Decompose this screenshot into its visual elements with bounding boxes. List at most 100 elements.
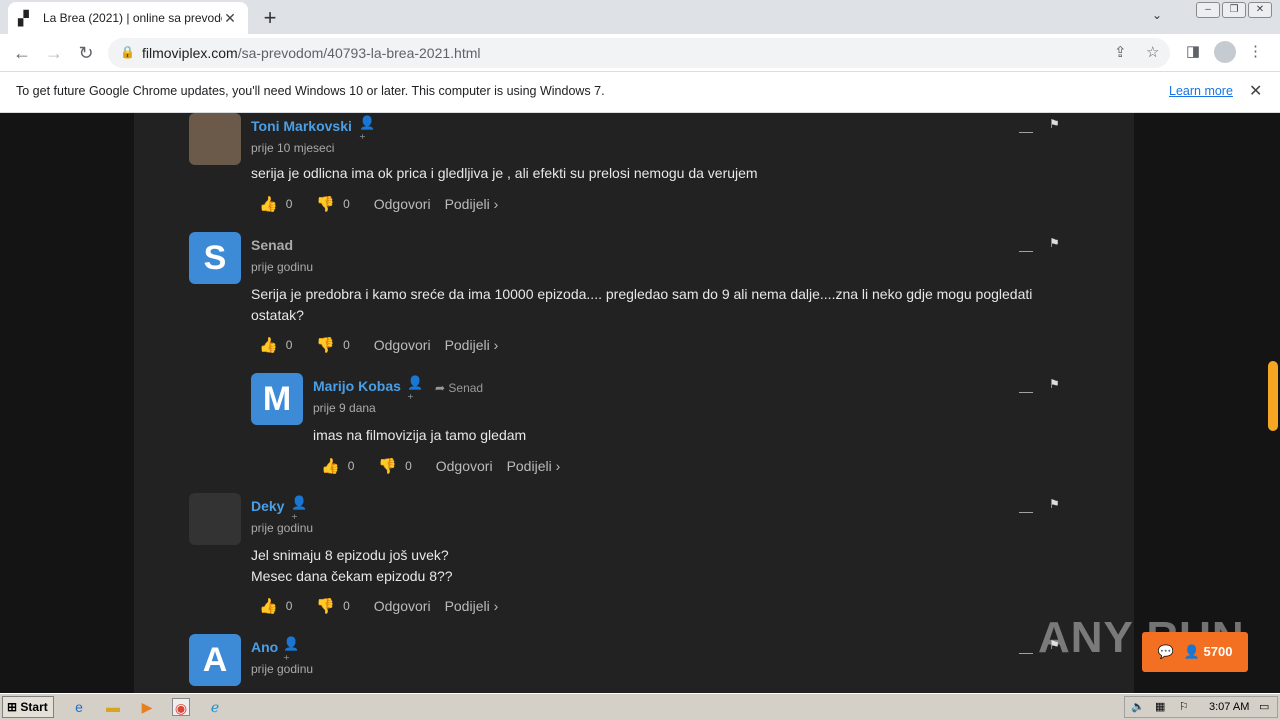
tab-search-chevron-icon[interactable]: ⌄	[1152, 8, 1162, 22]
avatar[interactable]	[189, 493, 241, 545]
comment-time[interactable]: prije 9 dana	[313, 401, 376, 415]
thumbs-down-icon[interactable]: 👎	[316, 195, 335, 213]
browser-toolbar: ← → ↻ 🔒 filmoviplex.com/sa-prevodom/4079…	[0, 34, 1280, 72]
avatar[interactable]: M	[251, 373, 303, 425]
edge-icon[interactable]: ℯ	[206, 698, 224, 716]
comment-author[interactable]: Marijo Kobas	[313, 378, 401, 394]
reply-button[interactable]: Odgovori	[374, 196, 431, 212]
thumbs-up-icon[interactable]: 👍	[259, 597, 278, 615]
comment-author[interactable]: Deky	[251, 498, 284, 514]
comment-text: serija je odlicna ima ok prica i gledlji…	[251, 165, 758, 181]
comment-actions: 👍 0 👎 0 Odgovori Podijeli ›	[259, 195, 512, 213]
chat-widget-button[interactable]: 💬 👤 5700	[1142, 632, 1248, 672]
learn-more-link[interactable]: Learn more	[1169, 84, 1233, 98]
share-button[interactable]: Podijeli ›	[445, 337, 499, 353]
profile-avatar[interactable]	[1214, 41, 1236, 63]
share-icon[interactable]: ⇪	[1114, 43, 1127, 61]
share-button[interactable]: Podijeli ›	[507, 458, 561, 474]
show-desktop-icon[interactable]: ▭	[1259, 700, 1269, 713]
flag-icon[interactable]: ⚑	[1049, 117, 1060, 131]
like-count: 0	[285, 197, 293, 211]
url-text: filmoviplex.com/sa-prevodom/40793-la-bre…	[142, 45, 481, 61]
dislike-count: 0	[343, 338, 350, 352]
clock[interactable]: 3:07 AM	[1209, 701, 1249, 713]
share-button[interactable]: Podijeli ›	[445, 598, 499, 614]
dislike-count: 0	[405, 459, 412, 473]
collapse-icon[interactable]: —	[1019, 123, 1033, 139]
thumbs-down-icon[interactable]: 👎	[316, 336, 335, 354]
comment-time[interactable]: prije godinu	[251, 521, 313, 535]
comment-time[interactable]: prije 10 mjeseci	[251, 141, 334, 155]
reply-button[interactable]: Odgovori	[374, 337, 431, 353]
flag-icon[interactable]: ⚑	[1049, 497, 1060, 511]
tab-title: La Brea (2021) | online sa prevodom	[43, 11, 222, 25]
infobar-close-icon[interactable]: ✕	[1249, 81, 1262, 101]
network-icon[interactable]: ▦	[1155, 700, 1165, 713]
infobar-message: To get future Google Chrome updates, you…	[16, 84, 605, 98]
new-tab-button[interactable]: +	[258, 5, 282, 31]
collapse-icon[interactable]: —	[1019, 383, 1033, 399]
comment-text: Serija je predobra i kamo sreće da ima 1…	[251, 286, 1033, 323]
share-button[interactable]: Podijeli ›	[445, 196, 499, 212]
comment-time[interactable]: prije godinu	[251, 260, 313, 274]
thumbs-up-icon[interactable]: 👍	[259, 195, 278, 213]
chat-icon: 💬	[1157, 644, 1174, 659]
follow-user-icon[interactable]: 👤⁺	[407, 375, 423, 407]
tab-close-icon[interactable]: ✕	[222, 10, 238, 27]
avatar[interactable]	[189, 113, 241, 165]
action-center-flag-icon[interactable]: ⚐	[1179, 700, 1189, 713]
windows-taskbar: ⊞ Start e ▬ ▶ ◉ ℯ 🔈 ▦ ⚐ 3:07 AM ▭	[0, 693, 1280, 720]
active-tab[interactable]: ▞ La Brea (2021) | online sa prevodom ✕	[8, 2, 248, 34]
close-window-button[interactable]: ✕	[1248, 2, 1272, 18]
ie-icon[interactable]: e	[70, 698, 88, 716]
menu-kebab-icon[interactable]: ⋮	[1248, 42, 1263, 60]
collapse-icon[interactable]: —	[1019, 242, 1033, 258]
flag-icon[interactable]: ⚑	[1049, 236, 1060, 250]
comment-author[interactable]: Ano	[251, 639, 278, 655]
scrollbar-thumb[interactable]	[1268, 361, 1278, 431]
minimize-button[interactable]: –	[1196, 2, 1220, 18]
update-infobar: To get future Google Chrome updates, you…	[0, 72, 1280, 113]
start-button[interactable]: ⊞ Start	[2, 696, 54, 718]
thumbs-up-icon[interactable]: 👍	[321, 457, 340, 475]
restore-button[interactable]: ❐	[1222, 2, 1246, 18]
tab-strip: ▞ La Brea (2021) | online sa prevodom ✕ …	[0, 0, 1280, 34]
forward-arrow-icon[interactable]: →	[42, 41, 66, 65]
reply-button[interactable]: Odgovori	[436, 458, 493, 474]
comment-actions: 👍 0 👎 0 Odgovori Podijeli ›	[321, 457, 574, 475]
collapse-icon[interactable]: —	[1019, 503, 1033, 519]
system-tray: 🔈 ▦ ⚐ 3:07 AM ▭	[1124, 696, 1278, 718]
volume-icon[interactable]: 🔈	[1131, 700, 1145, 713]
window-controls: – ❐ ✕	[1196, 2, 1272, 18]
dislike-count: 0	[343, 599, 350, 613]
comment-author[interactable]: Senad	[251, 237, 293, 253]
chrome-icon[interactable]: ◉	[172, 698, 190, 716]
address-bar[interactable]: 🔒 filmoviplex.com/sa-prevodom/40793-la-b…	[108, 38, 1170, 68]
thumbs-up-icon[interactable]: 👍	[259, 336, 278, 354]
reply-button[interactable]: Odgovori	[374, 598, 431, 614]
comment-time[interactable]: prije godinu	[251, 662, 313, 676]
bookmark-star-icon[interactable]: ☆	[1146, 43, 1159, 61]
dislike-count: 0	[343, 197, 350, 211]
page-content: Toni Markovski 👤⁺ prije 10 mjeseci serij…	[0, 113, 1280, 693]
like-count: 0	[347, 459, 355, 473]
follow-user-icon[interactable]: 👤⁺	[359, 115, 375, 147]
thumbs-down-icon[interactable]: 👎	[316, 597, 335, 615]
explorer-folder-icon[interactable]: ▬	[104, 698, 122, 716]
comment-author[interactable]: Toni Markovski	[251, 118, 352, 134]
reload-icon[interactable]: ↻	[74, 41, 98, 65]
collapse-icon[interactable]: —	[1019, 644, 1033, 660]
like-count: 0	[285, 599, 293, 613]
avatar[interactable]: A	[189, 634, 241, 686]
back-arrow-icon[interactable]: ←	[10, 41, 34, 65]
avatar[interactable]: S	[189, 232, 241, 284]
lock-icon[interactable]: 🔒	[120, 45, 135, 59]
media-player-icon[interactable]: ▶	[138, 698, 156, 716]
thumbs-down-icon[interactable]: 👎	[378, 457, 397, 475]
reply-to-label[interactable]: ➦ Senad	[435, 381, 483, 395]
comment-text: Jel snimaju 8 epizodu još uvek? Mesec dan…	[251, 547, 453, 584]
side-panel-icon[interactable]: ◨	[1186, 42, 1200, 60]
site-favicon-icon: ▞	[18, 10, 29, 26]
flag-icon[interactable]: ⚑	[1049, 377, 1060, 391]
comment-actions: 👍 0 👎 0 Odgovori Podijeli ›	[259, 336, 512, 354]
